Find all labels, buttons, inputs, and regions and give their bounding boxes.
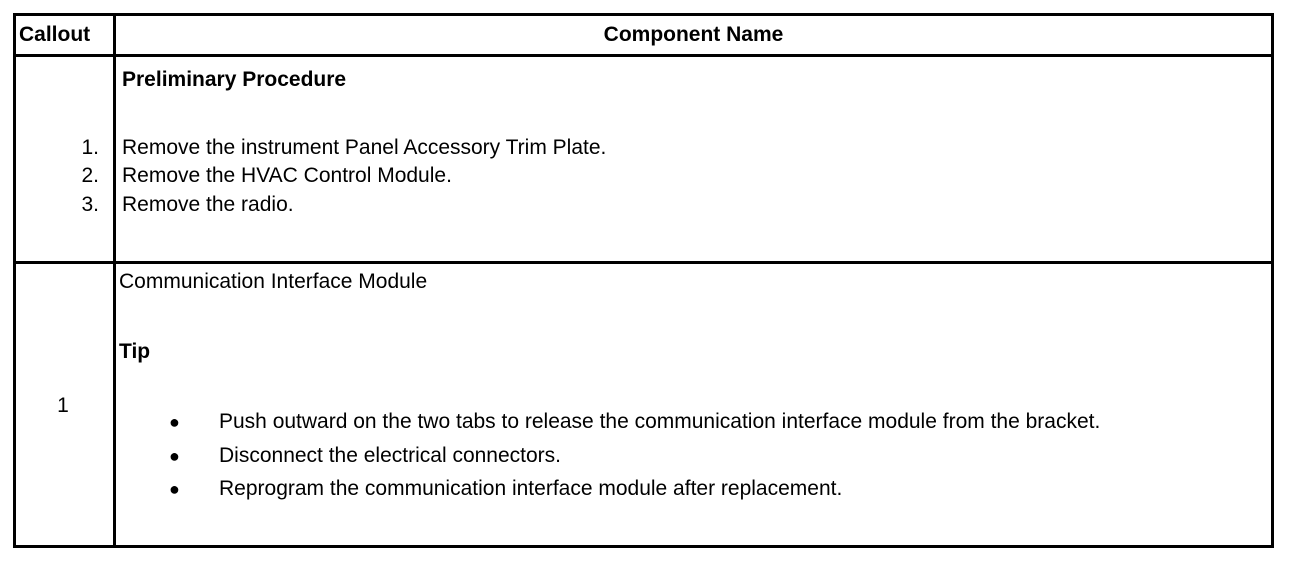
callout-row: 1 Communication Interface Module Tip ● P… xyxy=(13,261,1274,548)
bullet-icon: ● xyxy=(169,446,180,466)
step-text: Remove the instrument Panel Accessory Tr… xyxy=(122,136,607,159)
component-name-column-header: Component Name xyxy=(113,13,1274,57)
bullet-icon: ● xyxy=(169,412,180,432)
step-number: 2. xyxy=(81,164,99,187)
callout-number-cell: 1 xyxy=(13,261,116,548)
preliminary-callout-cell xyxy=(13,54,116,264)
tip-bullet-text: Disconnect the electrical connectors. xyxy=(219,444,561,467)
bullet-icon: ● xyxy=(169,479,180,499)
step-number: 1. xyxy=(81,136,99,159)
step-number: 3. xyxy=(81,193,99,216)
callout-column-header: Callout xyxy=(13,13,116,57)
tip-bullet-text: Reprogram the communication interface mo… xyxy=(219,477,843,500)
preliminary-procedure-title: Preliminary Procedure xyxy=(122,68,347,91)
component-name: Communication Interface Module xyxy=(119,270,428,293)
tip-bullet-text: Push outward on the two tabs to release … xyxy=(219,410,1101,433)
table-header-row: Callout Component Name xyxy=(13,13,1274,57)
step-text: Remove the radio. xyxy=(122,193,294,216)
component-cell: Communication Interface Module Tip ● Pus… xyxy=(113,261,1274,548)
callout-number: 1 xyxy=(57,394,69,417)
tip-title: Tip xyxy=(119,340,151,363)
procedure-table: Callout Component Name Preliminary Proce… xyxy=(13,13,1274,548)
preliminary-procedure-cell: Preliminary Procedure 1. Remove the inst… xyxy=(81,54,1274,264)
preliminary-procedure-row: Preliminary Procedure 1. Remove the inst… xyxy=(13,54,1274,264)
step-text: Remove the HVAC Control Module. xyxy=(122,164,452,187)
